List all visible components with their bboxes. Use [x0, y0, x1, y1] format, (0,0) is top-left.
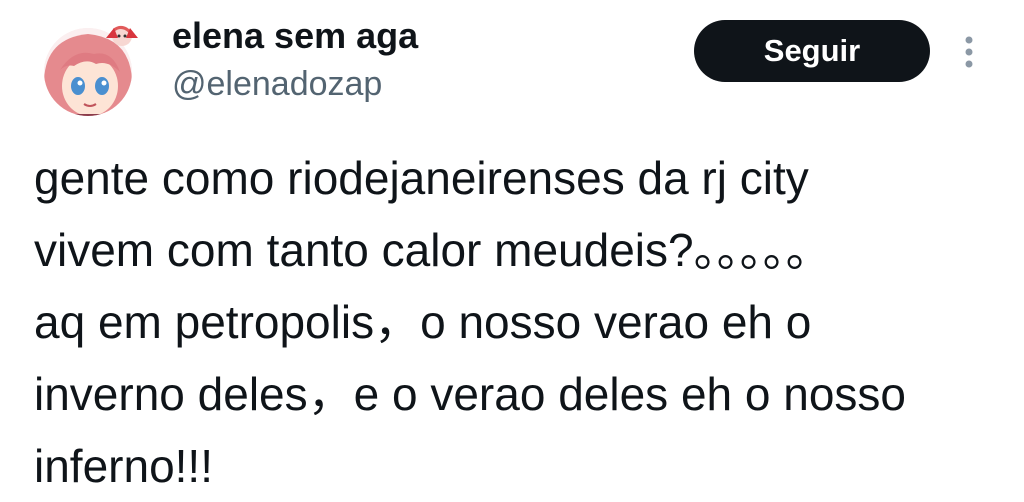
author-display-name[interactable]: elena sem aga	[172, 14, 418, 58]
more-vertical-icon	[965, 36, 973, 68]
more-options-button[interactable]	[956, 34, 982, 74]
author-handle[interactable]: @elenadozap	[172, 62, 382, 106]
tweet-text-line: vivem com tanto calor meudeis?。。。。。	[34, 224, 832, 276]
tweet-text-line: gente como riodejaneirenses da rj city	[34, 152, 809, 204]
tweet-text-line: inferno!!!	[34, 440, 213, 492]
tweet-card: elena sem aga @elenadozap Seguir gente c…	[0, 0, 1024, 502]
anime-girl-avatar-icon	[44, 25, 138, 116]
follow-button[interactable]: Seguir	[694, 20, 930, 82]
tweet-text: gente como riodejaneirenses da rj city v…	[34, 142, 994, 502]
avatar[interactable]	[34, 20, 142, 120]
tweet-text-line: inverno deles，e o verao deles eh o nosso	[34, 368, 907, 420]
tweet-text-line: aq em petropolis，o nosso verao eh o	[34, 296, 812, 348]
